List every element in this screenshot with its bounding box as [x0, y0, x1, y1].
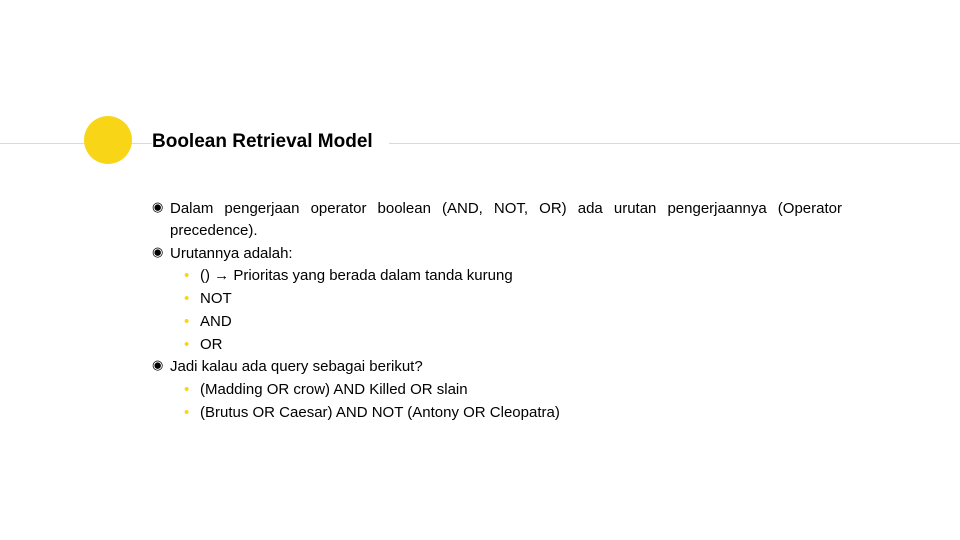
bullet-level2: NOT [152, 288, 842, 310]
slide-title: Boolean Retrieval Model [152, 131, 389, 153]
bullet-level1: Jadi kalau ada query sebagai berikut? [152, 356, 842, 378]
header-divider [0, 143, 960, 144]
bullet-level2: AND [152, 311, 842, 333]
bullet-level2: () → Prioritas yang berada dalam tanda k… [152, 265, 842, 287]
bullet-level2: OR [152, 334, 842, 356]
accent-circle-icon [84, 116, 132, 164]
slide-content: Dalam pengerjaan operator boolean (AND, … [152, 198, 842, 425]
bullet-level2: (Madding OR crow) AND Killed OR slain [152, 379, 842, 401]
bullet-level1: Dalam pengerjaan operator boolean (AND, … [152, 198, 842, 242]
bullet-level1: Urutannya adalah: [152, 243, 842, 265]
bullet-level2: (Brutus OR Caesar) AND NOT (Antony OR Cl… [152, 402, 842, 424]
